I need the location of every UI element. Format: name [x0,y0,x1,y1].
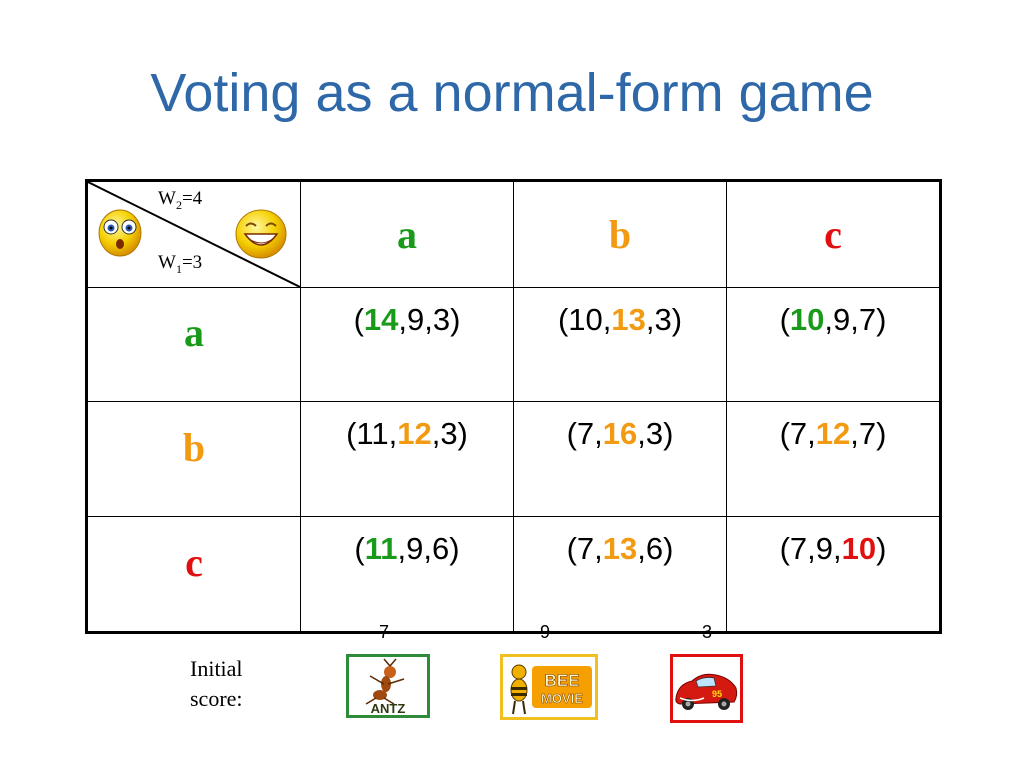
row-header-a: a [86,287,301,402]
payoff-cell-a-a: (14,9,3) [300,287,514,402]
score-antz: 7 [379,622,390,642]
column-header-c: c [726,180,941,288]
weight-2-label: W2=4 [158,188,203,212]
cars-logo-icon: 95 [670,654,743,723]
column-header-a: a [300,180,514,288]
laughing-face-icon [235,209,287,259]
antz-logo-text: ANTZ [371,701,406,716]
row-header-c: c [86,516,301,633]
score-cars: 3 [702,622,713,642]
payoff-cell-b-b: (7,16,3) [513,401,727,517]
svg-text:BEE: BEE [545,671,580,690]
row-header-b: b [86,401,301,517]
corner-cell: W2=4 W1=3 [86,180,301,288]
initial-score-label: Initial score: [190,656,243,711]
payoff-table: W2=4 W1=3 a b c a (14,9,3) (10,13,3) (10… [85,179,942,634]
payoff-cell-a-c: (10,9,7) [726,287,941,402]
column-header-b: b [513,180,727,288]
payoff-cell-c-b: (7,13,6) [513,516,727,633]
svg-text:95: 95 [712,689,722,699]
payoff-cell-b-c: (7,12,7) [726,401,941,517]
slide-title: Voting as a normal-form game [150,63,874,123]
bee-movie-logo-icon: BEE MOVIE [500,654,598,720]
payoff-cell-b-a: (11,12,3) [300,401,514,517]
payoff-cell-c-c: (7,9,10) [726,516,941,633]
payoff-cell-c-a: (11,9,6) [300,516,514,633]
svg-text:MOVIE: MOVIE [541,691,583,706]
weight-1-label: W1=3 [158,252,203,276]
worried-face-icon [98,209,142,257]
payoff-cell-a-b: (10,13,3) [513,287,727,402]
score-bee-movie: 9 [540,622,551,642]
antz-logo-icon: ANTZ [346,654,430,718]
